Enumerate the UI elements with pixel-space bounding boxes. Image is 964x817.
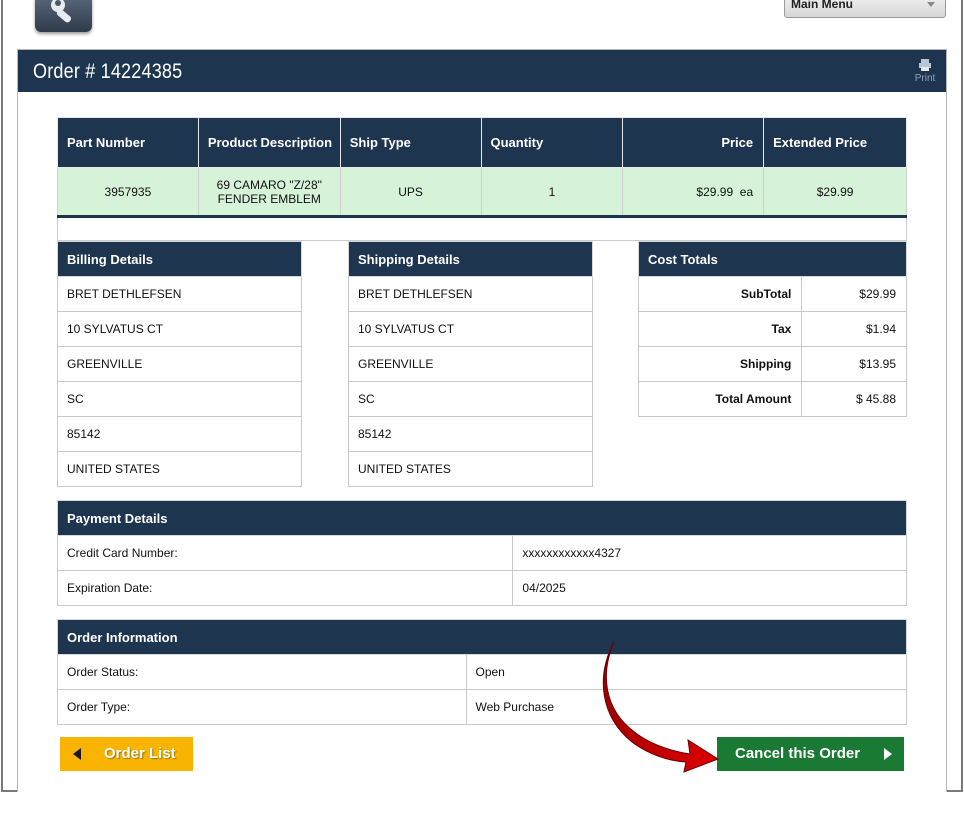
billing-details-table: Billing Details BRET DETHLEFSEN 10 SYLVA… [57, 241, 302, 487]
billing-line: 10 SYLVATUS CT [57, 311, 302, 347]
billing-line: SC [57, 381, 302, 417]
column-header: Quantity [480, 117, 624, 168]
order-list-button[interactable]: Order List [60, 737, 193, 771]
order-list-label: Order List [104, 745, 176, 762]
shipping-line: 10 SYLVATUS CT [348, 311, 593, 347]
totals-label: Shipping [637, 346, 803, 382]
wrench-icon [51, 0, 72, 23]
order-items-table: Part Number Product Description Ship Typ… [57, 117, 907, 241]
main-menu-dropdown[interactable]: Main Menu [784, 0, 946, 18]
totals-value: $ 45.88 [801, 381, 907, 417]
billing-line: UNITED STATES [57, 451, 302, 487]
shipping-line: GREENVILLE [348, 346, 593, 382]
payment-value: 04/2025 [512, 570, 907, 606]
order-header-bar: Order # 14224385 Print [18, 50, 946, 92]
totals-label: Total Amount [637, 381, 803, 417]
cancel-order-label: Cancel this Order [735, 745, 861, 762]
cancel-order-button[interactable]: Cancel this Order [717, 737, 904, 771]
column-header: Ship Type [339, 117, 482, 168]
payment-details-table: Payment Details Credit Card Number: xxxxx… [56, 500, 907, 606]
table-row: 3957935 69 CAMARO "Z/28" FENDER EMBLEM U… [57, 167, 907, 217]
description-text: 69 CAMARO "Z/28" FENDER EMBLEM [216, 177, 322, 206]
totals-label: SubTotal [637, 276, 803, 312]
column-header: Product Description [197, 117, 341, 168]
shipping-details-table: Shipping Details BRET DETHLEFSEN 10 SYLV… [348, 241, 593, 487]
column-header: Extended Price [763, 117, 907, 168]
payment-title: Payment Details [57, 500, 907, 536]
print-button[interactable]: Print [912, 58, 938, 88]
table-header-row: Part Number Product Description Ship Typ… [57, 117, 907, 168]
payment-label: Expiration Date: [56, 570, 514, 606]
shipping-title: Shipping Details [348, 241, 593, 277]
print-label: Print [914, 73, 936, 84]
payment-value: xxxxxxxxxxxx4327 [512, 535, 907, 571]
shipping-line: BRET DETHLEFSEN [348, 276, 593, 312]
ship-type-cell: UPS [339, 167, 482, 217]
table-spacer-row [57, 215, 907, 241]
billing-line: 85142 [57, 416, 302, 452]
extended-price-cell: $29.99 [763, 167, 907, 217]
order-info-label: Order Status: [57, 654, 467, 690]
totals-value: $13.95 [801, 346, 907, 382]
price-cell: $29.99 ea [622, 167, 765, 217]
column-header: Price [622, 117, 765, 168]
totals-label: Tax [637, 311, 803, 347]
chevron-down-icon [927, 2, 935, 7]
totals-title: Cost Totals [638, 241, 907, 277]
billing-line: GREENVILLE [57, 346, 302, 382]
part-number-cell: 3957935 [57, 167, 199, 217]
totals-value: $29.99 [801, 276, 907, 312]
billing-title: Billing Details [57, 241, 302, 277]
main-menu-label: Main Menu [791, 0, 853, 11]
totals-value: $1.94 [801, 311, 907, 347]
order-info-title: Order Information [57, 619, 907, 655]
red-arrow-annotation-icon [602, 641, 720, 773]
spacer-cell [57, 215, 907, 241]
column-header: Part Number [57, 117, 199, 168]
billing-line: BRET DETHLEFSEN [57, 276, 302, 312]
cost-totals-table: Cost Totals SubTotal $29.99 Tax $1.94 Ship… [637, 241, 907, 417]
printer-icon [919, 59, 931, 71]
quantity-cell: 1 [480, 167, 624, 217]
shipping-line: SC [348, 381, 593, 417]
arrow-left-icon [73, 748, 81, 760]
arrow-right-icon [884, 748, 892, 760]
shipping-line: 85142 [348, 416, 593, 452]
page-title: Order # 14224385 [33, 60, 183, 83]
order-information-table: Order Information Order Status: Open Orde… [57, 619, 907, 725]
shipping-line: UNITED STATES [348, 451, 593, 487]
app-logo[interactable] [35, 0, 92, 32]
description-cell: 69 CAMARO "Z/28" FENDER EMBLEM [197, 167, 341, 217]
order-info-label: Order Type: [57, 689, 467, 725]
payment-label: Credit Card Number: [56, 535, 514, 571]
